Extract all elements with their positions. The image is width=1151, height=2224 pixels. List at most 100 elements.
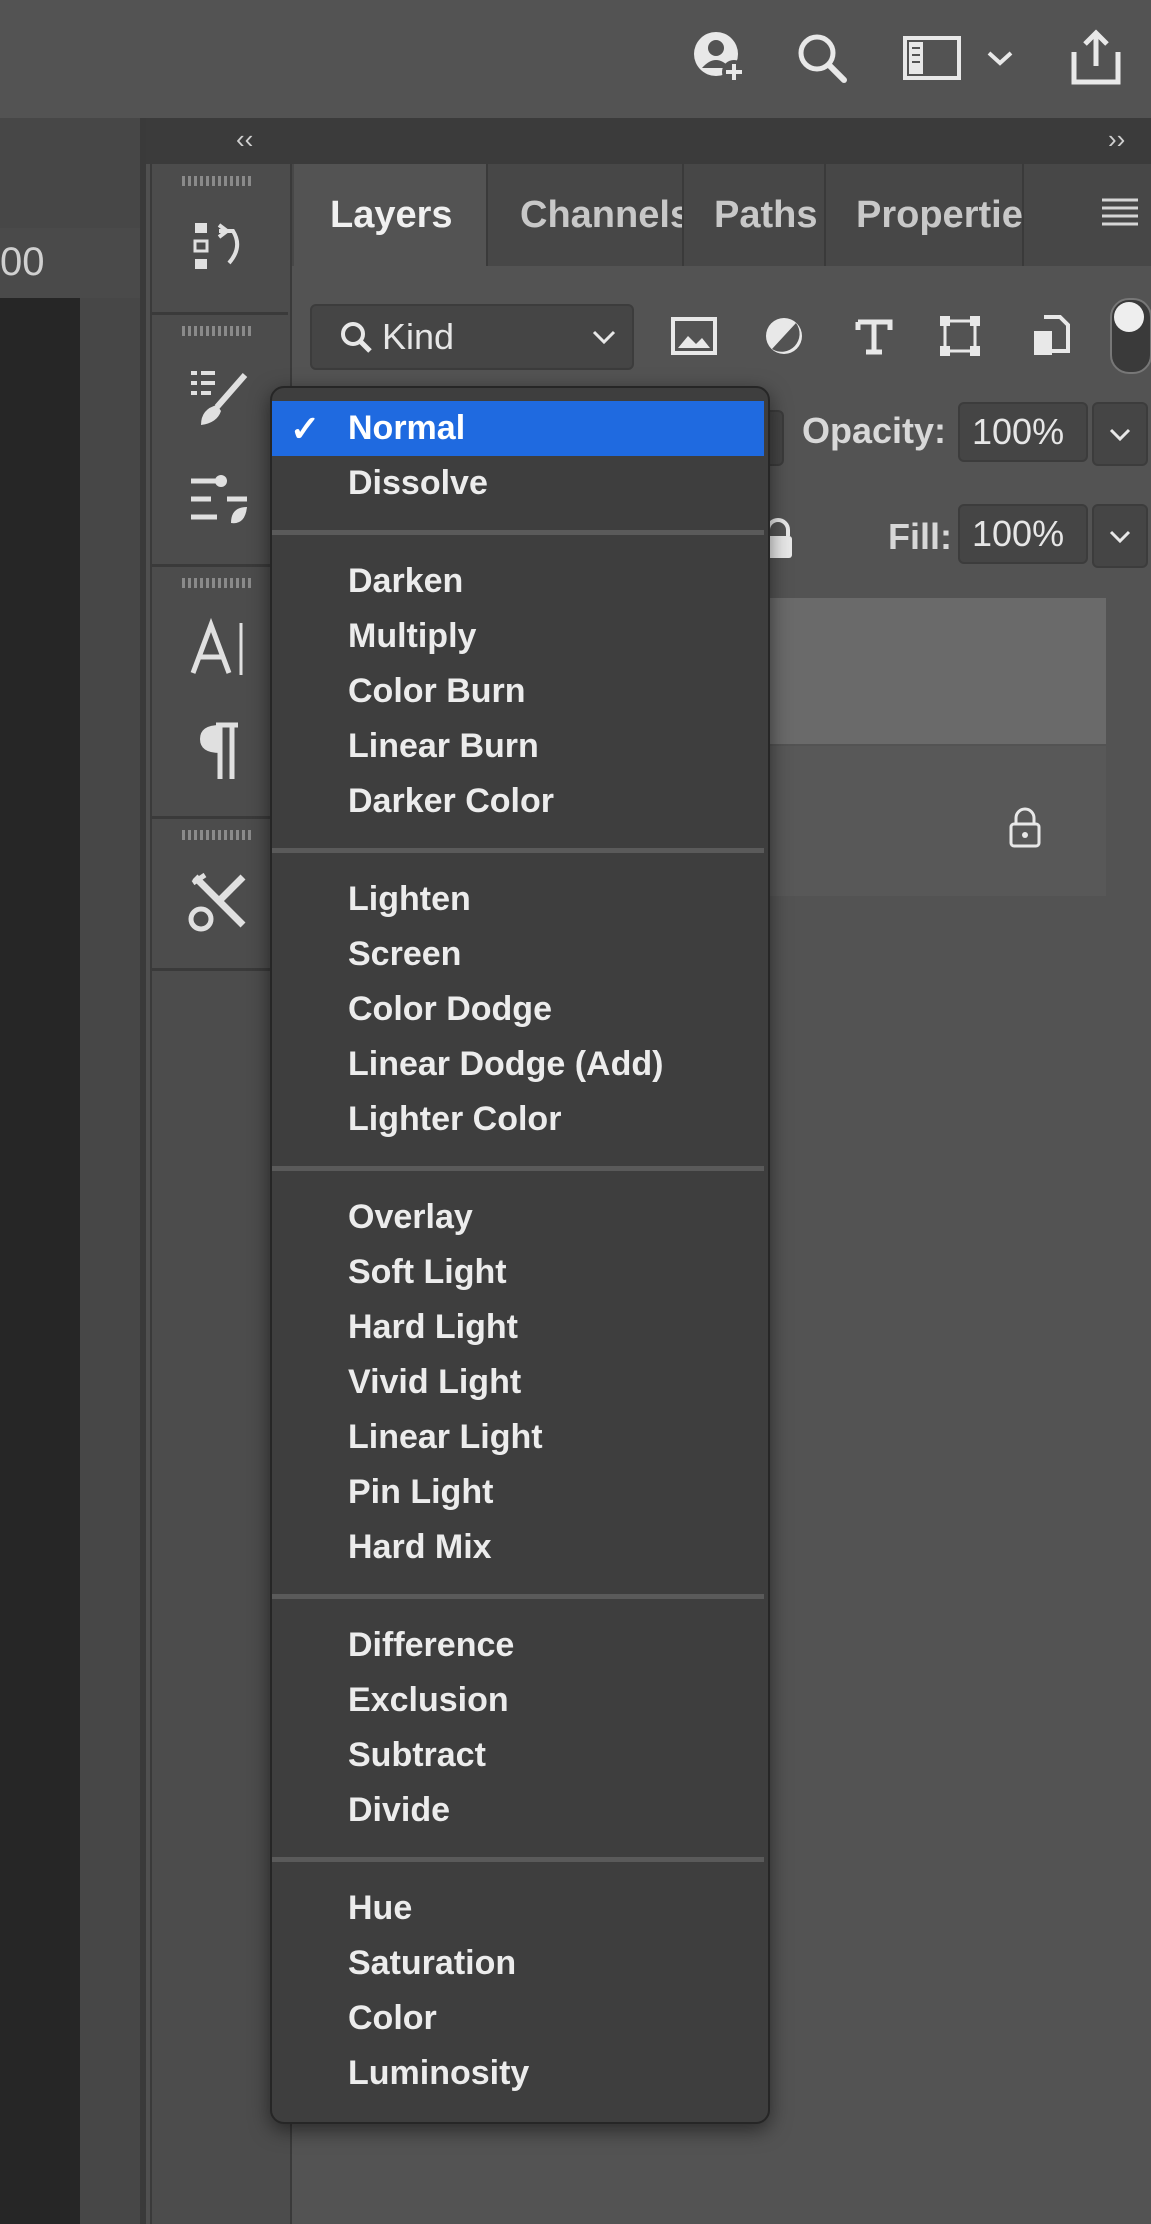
opacity-label: Opacity:	[802, 410, 947, 451]
menu-item-exclusion[interactable]: Exclusion	[272, 1673, 764, 1728]
brush-settings-icon[interactable]	[184, 362, 254, 432]
menu-item-label: Multiply	[348, 617, 477, 655]
menu-item-dissolve[interactable]: Dissolve	[272, 456, 764, 511]
image-filter-icon[interactable]	[664, 306, 724, 366]
menu-separator	[272, 1857, 764, 1862]
menu-item-linear-dodge-add[interactable]: Linear Dodge (Add)	[272, 1037, 764, 1092]
paragraph-icon[interactable]	[184, 716, 254, 786]
collapse-panels-button[interactable]: ››	[1108, 124, 1125, 155]
layer-filter-dropdown[interactable]: Kind	[310, 304, 634, 370]
menu-separator	[272, 1166, 764, 1171]
menu-item-overlay[interactable]: Overlay	[272, 1190, 764, 1245]
menu-item-hard-mix[interactable]: Hard Mix	[272, 1520, 764, 1575]
menu-item-normal[interactable]: ✓ Normal	[272, 401, 764, 456]
menu-item-lighten[interactable]: Lighten	[272, 872, 764, 927]
menu-item-vivid-light[interactable]: Vivid Light	[272, 1355, 764, 1410]
share-icon[interactable]	[1064, 26, 1128, 90]
grip-handle[interactable]	[182, 176, 254, 186]
search-icon	[338, 319, 374, 355]
workspace-icon[interactable]	[900, 26, 964, 90]
menu-item-label: Hard Mix	[348, 1528, 492, 1566]
add-user-icon[interactable]	[688, 26, 752, 90]
tab-channels[interactable]: Channels	[488, 164, 682, 266]
menu-item-luminosity[interactable]: Luminosity	[272, 2046, 764, 2101]
menu-item-subtract[interactable]: Subtract	[272, 1728, 764, 1783]
menu-item-label: Color	[348, 1999, 437, 2037]
tab-layers[interactable]: Layers	[294, 164, 486, 266]
menu-item-screen[interactable]: Screen	[272, 927, 764, 982]
grip-handle[interactable]	[182, 578, 254, 588]
menu-item-label: Linear Burn	[348, 727, 539, 765]
menu-item-label: Soft Light	[348, 1253, 507, 1291]
menu-item-soft-light[interactable]: Soft Light	[272, 1245, 764, 1300]
adjustment-filter-icon[interactable]	[754, 306, 814, 366]
shape-filter-icon[interactable]	[930, 306, 990, 366]
menu-item-label: Lighter Color	[348, 1100, 562, 1138]
opacity-dropdown-button[interactable]	[1092, 402, 1148, 466]
tab-paths[interactable]: Paths	[684, 164, 824, 266]
menu-item-darken[interactable]: Darken	[272, 554, 764, 609]
ruler-label: 00	[0, 240, 45, 284]
menu-item-label: Hue	[348, 1889, 413, 1927]
type-filter-icon[interactable]	[844, 306, 904, 366]
menu-item-label: Exclusion	[348, 1681, 509, 1719]
smart-object-filter-icon[interactable]	[1020, 306, 1080, 366]
menu-item-color[interactable]: Color	[272, 1991, 764, 2046]
top-toolbar	[0, 0, 1151, 118]
panel-divider[interactable]	[140, 118, 146, 2224]
menu-item-label: Divide	[348, 1791, 451, 1829]
menu-item-divide[interactable]: Divide	[272, 1783, 764, 1838]
document-canvas[interactable]	[0, 298, 80, 2224]
menu-item-label: Color Burn	[348, 672, 526, 710]
history-icon[interactable]	[184, 212, 254, 282]
menu-item-label: Dissolve	[348, 464, 488, 502]
chevron-down-icon	[590, 327, 618, 347]
brush-presets-icon[interactable]	[184, 464, 254, 534]
menu-item-pin-light[interactable]: Pin Light	[272, 1465, 764, 1520]
menu-separator	[272, 530, 764, 535]
menu-item-label: Overlay	[348, 1198, 473, 1236]
menu-item-label: Difference	[348, 1626, 515, 1664]
search-icon[interactable]	[790, 26, 854, 90]
panel-menu-icon[interactable]	[1100, 190, 1140, 230]
tab-divider	[1022, 164, 1024, 266]
menu-item-hue[interactable]: Hue	[272, 1881, 764, 1936]
menu-item-darker-color[interactable]: Darker Color	[272, 774, 764, 829]
menu-item-label: Saturation	[348, 1944, 517, 1982]
menu-separator	[272, 848, 764, 853]
collapse-tools-button[interactable]: ‹‹	[236, 124, 253, 155]
menu-item-label: Darker Color	[348, 782, 554, 820]
menu-item-linear-light[interactable]: Linear Light	[272, 1410, 764, 1465]
filter-toggle-knob	[1114, 302, 1144, 332]
chevron-down-icon[interactable]	[980, 26, 1020, 90]
character-icon[interactable]	[184, 614, 254, 684]
filter-label: Kind	[382, 316, 455, 357]
checkmark-icon: ✓	[290, 407, 321, 449]
fill-label: Fill:	[888, 516, 952, 557]
lock-icon	[1006, 806, 1044, 853]
grip-handle[interactable]	[182, 830, 254, 840]
menu-item-label: Lighten	[348, 880, 471, 918]
grip-handle[interactable]	[182, 326, 254, 336]
menu-item-color-burn[interactable]: Color Burn	[272, 664, 764, 719]
menu-item-color-dodge[interactable]: Color Dodge	[272, 982, 764, 1037]
menu-item-label: Linear Dodge (Add)	[348, 1045, 664, 1083]
menu-item-label: Normal	[348, 409, 466, 447]
fill-input[interactable]: 100%	[958, 504, 1088, 564]
menu-separator	[272, 1594, 764, 1599]
menu-item-label: Color Dodge	[348, 990, 552, 1028]
menu-item-hard-light[interactable]: Hard Light	[272, 1300, 764, 1355]
menu-item-saturation[interactable]: Saturation	[272, 1936, 764, 1991]
menu-item-multiply[interactable]: Multiply	[272, 609, 764, 664]
menu-item-label: Pin Light	[348, 1473, 494, 1511]
opacity-input[interactable]: 100%	[958, 402, 1088, 462]
menu-item-label: Vivid Light	[348, 1363, 522, 1401]
menu-item-label: Hard Light	[348, 1308, 518, 1346]
tool-presets-icon[interactable]	[184, 866, 254, 936]
fill-dropdown-button[interactable]	[1092, 504, 1148, 568]
menu-item-lighter-color[interactable]: Lighter Color	[272, 1092, 764, 1147]
menu-item-linear-burn[interactable]: Linear Burn	[272, 719, 764, 774]
tab-properties[interactable]: Properties	[826, 164, 1022, 266]
menu-item-difference[interactable]: Difference	[272, 1618, 764, 1673]
menu-item-label: Darken	[348, 562, 464, 600]
